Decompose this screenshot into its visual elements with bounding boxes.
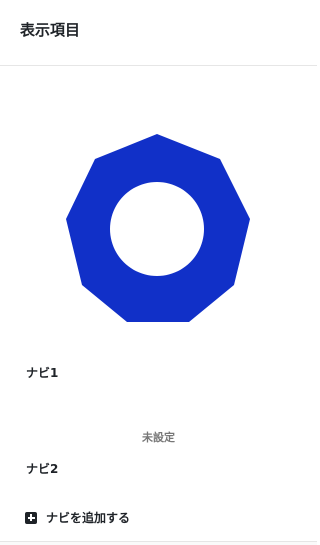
bottom-divider [0,541,317,545]
add-nav-button[interactable]: ナビを追加する [25,509,130,526]
nav-item-2-label: ナビ2 [26,462,59,476]
logo-image [63,132,252,322]
add-nav-label: ナビを追加する [46,511,131,525]
heptagon-ring-logo-icon [66,134,250,322]
panel-title: 表示項目 [20,21,81,39]
panel-header: 表示項目 [0,0,317,66]
nav-item-1-label: ナビ1 [26,366,59,380]
display-items-panel: 表示項目 ナビ1 未設定 ナビ2 ナビを追加する [0,0,317,545]
plus-square-icon [25,511,37,524]
unset-status-text: 未設定 [142,431,175,444]
